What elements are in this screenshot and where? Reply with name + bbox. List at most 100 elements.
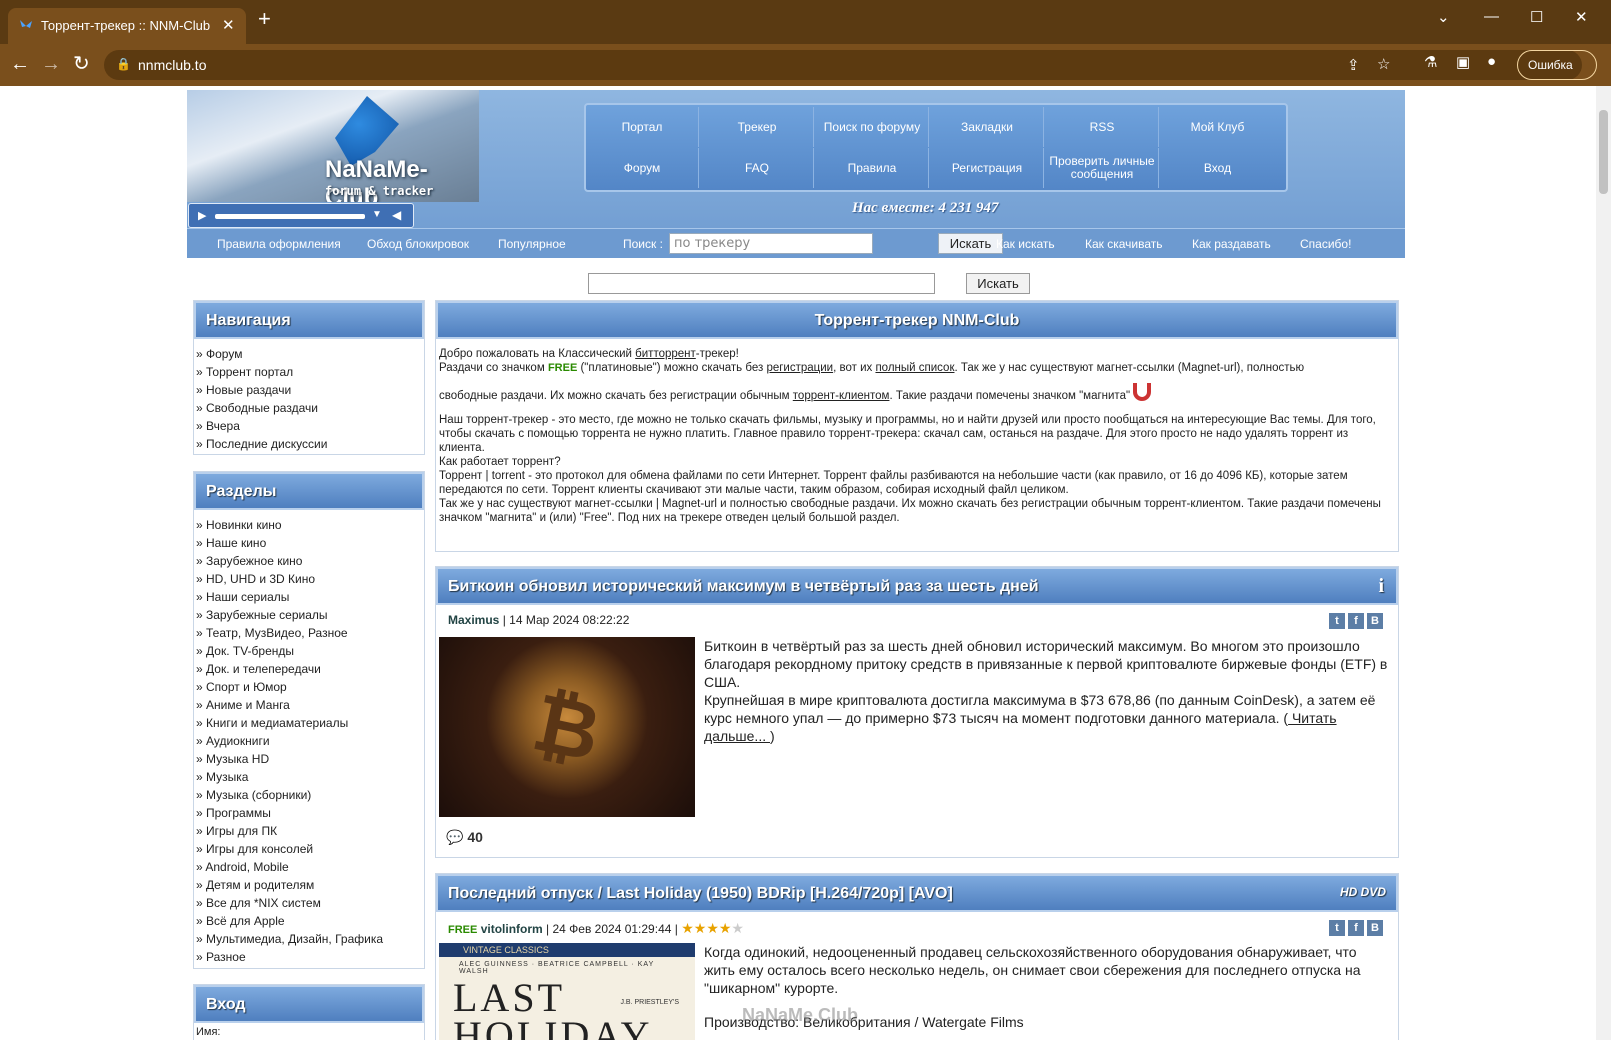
torrent-title[interactable]: Последний отпуск / Last Holiday (1950) B…	[436, 874, 1398, 912]
torrent-author[interactable]: vitolinform	[481, 922, 543, 936]
maximize-icon[interactable]: ☐	[1530, 8, 1543, 26]
section-item[interactable]: » Спорт и Юмор	[196, 678, 422, 696]
play-icon[interactable]: ▶	[198, 209, 206, 222]
share-icon[interactable]: ⇪	[1347, 56, 1360, 74]
tracker-search-input[interactable]: по трекеру	[669, 233, 873, 254]
browser-tab[interactable]: Торрент-трекер :: NNM-Club ✕	[8, 8, 246, 44]
bittorrent-link[interactable]: битторрент	[635, 348, 696, 360]
section-item[interactable]: » Книги и медиаматериалы	[196, 714, 422, 732]
facebook-share-icon[interactable]: f	[1348, 613, 1364, 629]
menu-rules[interactable]: Правила	[816, 148, 929, 188]
registration-link[interactable]: регистрации	[766, 362, 833, 374]
volume-icon[interactable]: ◀	[392, 208, 401, 222]
sidepanel-icon[interactable]: ▣	[1456, 53, 1470, 71]
comments-count[interactable]: 💬 40	[446, 829, 483, 846]
link-how-download[interactable]: Как скачивать	[1085, 237, 1163, 251]
vk-share-icon[interactable]: B	[1367, 613, 1383, 629]
nav-item-portal[interactable]: » Торрент портал	[196, 363, 422, 381]
tracker-search-button[interactable]: Искать	[938, 233, 1003, 254]
window-close-icon[interactable]: ✕	[1575, 8, 1588, 26]
menu-rss[interactable]: RSS	[1046, 107, 1159, 147]
menu-my-club[interactable]: Мой Клуб	[1161, 107, 1274, 147]
torrent-client-link[interactable]: торрент-клиентом	[793, 390, 890, 402]
back-icon[interactable]: ←	[10, 53, 30, 75]
tab-search-icon[interactable]: ⌄	[1437, 8, 1450, 26]
extension-icon[interactable]: ⚗	[1424, 53, 1437, 71]
section-item[interactable]: » Аниме и Манга	[196, 696, 422, 714]
global-search-input[interactable]	[588, 273, 935, 294]
bookmark-star-icon[interactable]: ☆	[1377, 55, 1390, 73]
menu-tracker[interactable]: Трекер	[701, 107, 814, 147]
section-item[interactable]: » Театр, МузВидео, Разное	[196, 624, 422, 642]
section-item[interactable]: » Все для *NIX систем	[196, 894, 422, 912]
link-popular[interactable]: Популярное	[498, 237, 566, 251]
menu-dots-icon[interactable]: ⋮	[1538, 86, 1550, 100]
menu-registration[interactable]: Регистрация	[931, 148, 1044, 188]
section-item[interactable]: » Игры для ПК	[196, 822, 422, 840]
section-item[interactable]: » Новинки кино	[196, 516, 422, 534]
nav-item-discussions[interactable]: » Последние дискуссии	[196, 435, 422, 453]
link-formatting-rules[interactable]: Правила оформления	[217, 237, 341, 251]
profile-icon[interactable]: ●	[1487, 53, 1496, 70]
menu-faq[interactable]: FAQ	[701, 148, 814, 188]
section-item[interactable]: » Наши сериалы	[196, 588, 422, 606]
nav-item-free[interactable]: » Свободные раздачи	[196, 399, 422, 417]
menu-forum[interactable]: Форум	[586, 148, 699, 188]
news-author[interactable]: Maximus	[448, 613, 499, 627]
page-scrollbar[interactable]	[1596, 86, 1611, 1040]
section-item[interactable]: » Док. TV-бренды	[196, 642, 422, 660]
menu-bookmarks[interactable]: Закладки	[931, 107, 1044, 147]
section-item[interactable]: » Док. и телепередачи	[196, 660, 422, 678]
player-dropdown-icon[interactable]: ▼	[372, 209, 382, 220]
menu-private-messages[interactable]: Проверить личные сообщения	[1046, 148, 1159, 188]
section-item[interactable]: » Детям и родителям	[196, 876, 422, 894]
menu-portal[interactable]: Портал	[586, 107, 699, 147]
global-search-button[interactable]: Искать	[966, 273, 1030, 294]
forward-icon[interactable]: →	[41, 53, 61, 75]
nav-item-yesterday[interactable]: » Вчера	[196, 417, 422, 435]
error-button[interactable]: Ошибка ⋮	[1517, 50, 1597, 100]
section-item[interactable]: » Всё для Apple	[196, 912, 422, 930]
radio-player[interactable]: ▶ ▼ ◀	[188, 203, 414, 228]
twitter-share-icon[interactable]: t	[1329, 920, 1345, 936]
section-item[interactable]: » Мультимедиа, Дизайн, Графика	[196, 930, 422, 948]
address-bar[interactable]: 🔒 nnmclub.to ⇪ ☆	[104, 50, 1582, 80]
nav-item-forum[interactable]: » Форум	[196, 345, 422, 363]
section-item[interactable]: » Наше кино	[196, 534, 422, 552]
site-banner[interactable]: NaNaMe-Club forum & tracker	[187, 90, 479, 202]
reload-icon[interactable]: ↻	[73, 53, 90, 75]
player-progress[interactable]	[215, 214, 365, 219]
twitter-share-icon[interactable]: t	[1329, 613, 1345, 629]
section-item[interactable]: » Зарубежные сериалы	[196, 606, 422, 624]
section-item[interactable]: » Игры для консолей	[196, 840, 422, 858]
link-how-seed[interactable]: Как раздавать	[1192, 237, 1271, 251]
section-item[interactable]: » Музыка	[196, 768, 422, 786]
section-item[interactable]: » Программы	[196, 804, 422, 822]
section-item[interactable]: » HD, UHD и 3D Кино	[196, 570, 422, 588]
link-thanks[interactable]: Спасибо!	[1300, 237, 1351, 251]
section-item[interactable]: » Музыка (сборники)	[196, 786, 422, 804]
facebook-share-icon[interactable]: f	[1348, 920, 1364, 936]
comments-number: 40	[467, 829, 483, 845]
link-how-search[interactable]: Как искать	[996, 237, 1055, 251]
section-item[interactable]: » Зарубежное кино	[196, 552, 422, 570]
menu-forum-search[interactable]: Поиск по форуму	[816, 107, 929, 147]
section-item[interactable]: » Разное	[196, 948, 422, 966]
full-list-link[interactable]: полный список	[875, 362, 954, 374]
nav-item-new[interactable]: » Новые раздачи	[196, 381, 422, 399]
section-item[interactable]: » Android, Mobile	[196, 858, 422, 876]
scrollbar-thumb[interactable]	[1599, 110, 1608, 194]
minimize-icon[interactable]: —	[1484, 8, 1499, 25]
section-item[interactable]: » Аудиокниги	[196, 732, 422, 750]
menu-login[interactable]: Вход	[1161, 148, 1274, 188]
link-bypass-blocks[interactable]: Обход блокировок	[367, 237, 469, 251]
vk-share-icon[interactable]: B	[1367, 920, 1383, 936]
section-item[interactable]: » Музыка HD	[196, 750, 422, 768]
news-title[interactable]: Биткоин обновил исторический максимум в …	[436, 567, 1398, 605]
new-tab-icon[interactable]: +	[258, 8, 271, 30]
info-icon[interactable]: i	[1378, 575, 1384, 598]
close-tab-icon[interactable]: ✕	[222, 16, 235, 34]
movie-poster[interactable]: VINTAGE CLASSICS ALEC GUINNESS · BEATRIC…	[439, 943, 695, 1040]
lock-icon[interactable]: 🔒	[116, 57, 131, 71]
bitcoin-image[interactable]: ₿	[439, 637, 695, 817]
